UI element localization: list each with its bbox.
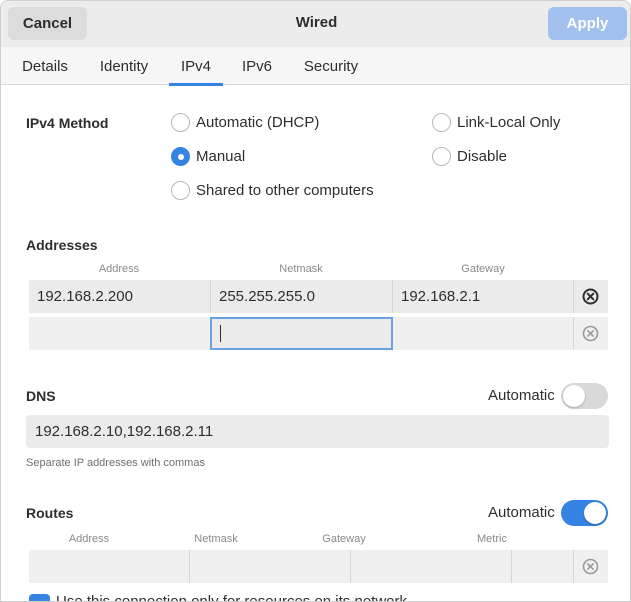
column-header-gateway: Gateway [461,263,505,275]
switch-knob [584,502,606,524]
dns-label: DNS [26,388,56,404]
netmask-field-empty[interactable] [210,317,393,350]
column-header-netmask: Netmask [279,263,323,275]
switch-knob [563,385,585,407]
ipv4-method-label: IPv4 Method [26,115,109,131]
radio-indicator[interactable] [171,181,190,200]
routes-label: Routes [26,505,74,521]
radio-indicator[interactable] [432,113,451,132]
radio-manual[interactable]: Manual [171,147,245,166]
radio-automatic-dhcp[interactable]: Automatic (DHCP) [171,113,319,132]
radio-indicator[interactable] [432,147,451,166]
column-divider [511,550,512,583]
gateway-field[interactable]: 192.168.2.1 [393,280,573,313]
remove-address-icon[interactable] [582,288,599,305]
tab-details[interactable]: Details [13,47,77,85]
column-divider [210,280,211,313]
route-address-field[interactable] [29,550,189,583]
routes-column-netmask: Netmask [194,533,238,545]
tab-bar: Details Identity IPv4 IPv6 Security [1,47,630,86]
route-metric-field[interactable] [512,550,573,583]
remove-row-cell [574,280,608,313]
window-title: Wired [295,14,338,31]
tab-ipv6[interactable]: IPv6 [233,47,281,85]
address-field-empty[interactable] [29,317,210,350]
text-caret [220,325,221,342]
radio-label: Manual [196,148,246,165]
route-gateway-field[interactable] [351,550,511,583]
column-divider [573,317,574,350]
addresses-label: Addresses [26,237,98,253]
dns-automatic-switch[interactable] [561,383,608,409]
column-divider [350,550,351,583]
routes-column-metric: Metric [477,533,507,545]
netmask-field[interactable]: 255.255.255.0 [211,280,392,313]
remove-address-icon[interactable] [582,325,599,342]
remove-route-cell [574,550,608,583]
tab-ipv4[interactable]: IPv4 [169,47,223,86]
route-netmask-field[interactable] [190,550,350,583]
column-divider [189,550,190,583]
radio-label: Link-Local Only [457,114,561,131]
column-divider [573,550,574,583]
remove-route-icon[interactable] [582,558,599,575]
dns-hint: Separate IP addresses with commas [26,457,205,469]
radio-link-local[interactable]: Link-Local Only [432,113,560,132]
header-bar: Cancel Wired Apply [1,1,630,47]
routes-automatic-label: Automatic [488,504,555,521]
radio-disable[interactable]: Disable [432,147,507,166]
radio-label: Disable [457,148,508,165]
dns-input[interactable]: 192.168.2.10,192.168.2.11 [26,415,609,448]
remove-row-cell [574,317,608,350]
dns-automatic-label: Automatic [488,387,555,404]
radio-shared[interactable]: Shared to other computers [171,181,374,200]
tab-security[interactable]: Security [295,47,367,85]
radio-label: Shared to other computers [196,182,374,199]
routes-automatic-switch[interactable] [561,500,608,526]
routes-column-gateway: Gateway [322,533,366,545]
radio-label: Automatic (DHCP) [196,114,320,131]
use-only-for-network-label: Use this connection only for resources o… [56,593,407,602]
tab-identity[interactable]: Identity [91,47,157,85]
radio-indicator[interactable] [171,113,190,132]
column-divider [392,280,393,313]
dialog-window: Cancel Wired Apply Details Identity IPv4… [0,0,631,602]
address-field[interactable]: 192.168.2.200 [29,280,210,313]
gateway-field-empty[interactable] [393,317,573,350]
apply-button[interactable]: Apply [548,7,627,40]
column-divider [573,280,574,313]
routes-column-address: Address [68,533,110,545]
column-header-address: Address [98,263,140,275]
use-only-for-network-checkbox[interactable] [29,594,50,601]
radio-indicator[interactable] [171,147,190,166]
